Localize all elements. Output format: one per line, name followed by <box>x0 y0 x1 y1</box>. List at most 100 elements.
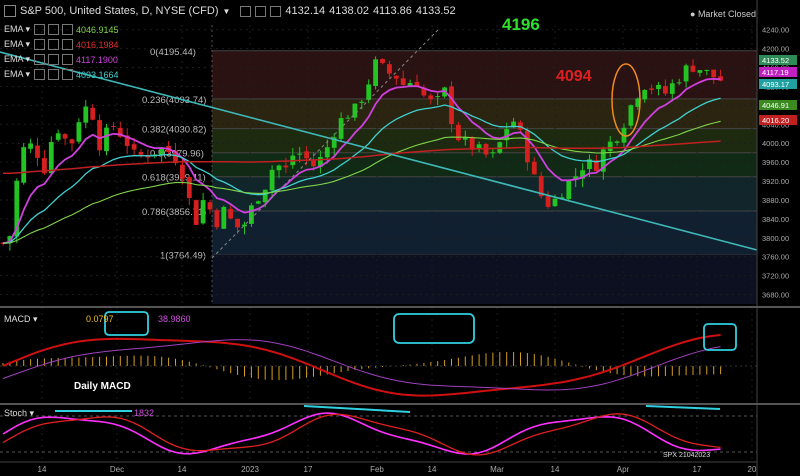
candle-body <box>214 210 220 228</box>
candle-body <box>628 105 634 126</box>
stoch-value: 1832 <box>134 408 154 418</box>
date-tick-label: 2023 <box>241 465 259 474</box>
price-tag-label: 4046.91 <box>762 101 789 110</box>
candle-body <box>366 84 372 100</box>
market-status-text: Market Closed <box>697 9 756 19</box>
stoch-annotation-line <box>303 405 411 413</box>
price-tick-label: 4240.00 <box>762 26 789 35</box>
candle-body <box>566 180 572 200</box>
candle-body <box>711 69 717 78</box>
stoch-d-line <box>2 413 721 456</box>
close-icon[interactable] <box>62 69 73 80</box>
candle-body <box>449 86 454 125</box>
eye-icon[interactable] <box>48 39 59 50</box>
candle-body <box>55 133 61 140</box>
indicator-label[interactable]: EMA ▾ <box>4 39 34 50</box>
candle-body <box>193 200 199 225</box>
candle-body <box>235 218 240 228</box>
candle-body <box>262 189 268 203</box>
indicator-value: 4046.9145 <box>76 24 119 35</box>
stoch-annotation-line <box>645 405 721 410</box>
candle-body <box>311 160 316 167</box>
macd-signal-value: 38.9860 <box>158 314 191 324</box>
candle-body <box>269 169 275 191</box>
indicator-label[interactable]: EMA ▾ <box>4 24 34 35</box>
chart-header: S&P 500, United States, D, NYSE (CFD) ▼ … <box>2 0 460 22</box>
price-tick-label: 3920.00 <box>762 177 789 186</box>
candle-body <box>69 139 75 144</box>
price-tick-label: 3800.00 <box>762 234 789 243</box>
fib-label: 1(3764.49) <box>160 251 206 262</box>
candle-body <box>614 141 620 143</box>
candle-body <box>697 70 703 73</box>
settings-icon[interactable] <box>34 54 45 65</box>
date-tick-label: Mar <box>490 465 504 474</box>
candle-body <box>683 65 689 82</box>
low-value: 4113.86 <box>372 5 412 17</box>
close-icon[interactable] <box>62 54 73 65</box>
date-tick-label: 14 <box>428 465 437 474</box>
candle-body <box>283 165 289 168</box>
candle-body <box>97 120 102 151</box>
indicator-row[interactable]: EMA ▾ 4016.1984 <box>4 39 119 50</box>
indicator-value: 4016.1984 <box>76 39 119 50</box>
price-tag-label: 4133.52 <box>762 56 789 65</box>
candle-body <box>255 201 261 204</box>
price-tick-label: 4000.00 <box>762 139 789 148</box>
indicator-label[interactable]: EMA ▾ <box>4 54 34 65</box>
eye-icon[interactable] <box>48 69 59 80</box>
settings-icon[interactable] <box>34 69 45 80</box>
eye-icon[interactable] <box>48 24 59 35</box>
indicator-value: 4117.1900 <box>76 54 118 65</box>
candle-body <box>104 127 109 152</box>
fib-band <box>212 98 757 129</box>
indicator-row[interactable]: EMA ▾ 4046.9145 <box>4 24 119 35</box>
price-tag-label: 4117.19 <box>762 68 789 77</box>
settings-icon[interactable] <box>34 39 45 50</box>
candle-body <box>380 59 385 64</box>
fib-label: 0.382(4030.82) <box>142 125 206 136</box>
close-icon[interactable] <box>62 39 73 50</box>
price-tick-label: 4200.00 <box>762 45 789 54</box>
candle-body <box>642 89 648 100</box>
eye-icon[interactable] <box>255 5 267 17</box>
close-icon[interactable] <box>270 5 282 17</box>
symbol-title[interactable]: S&P 500, United States, D, NYSE (CFD) <box>20 5 218 17</box>
candle-body <box>387 64 392 74</box>
open-value: 4132.14 <box>285 5 326 17</box>
candle-body <box>180 164 185 179</box>
candle-body <box>525 130 530 163</box>
price-tick-label: 3760.00 <box>762 253 789 262</box>
settings-icon[interactable] <box>240 5 252 17</box>
close-icon[interactable] <box>62 24 73 35</box>
fib-band <box>212 210 757 255</box>
price-tag-label: 4016.20 <box>762 116 789 125</box>
chart-window: 0(4195.44) 0.236(4093.74) 0.382(4030.82) 0.… <box>0 0 800 476</box>
candle-body <box>21 147 27 183</box>
indicator-row[interactable]: EMA ▾ 4117.1900 <box>4 54 118 65</box>
date-tick-label: 20 <box>748 465 757 474</box>
level-annotation-high: 4196 <box>502 15 540 34</box>
eye-icon[interactable] <box>48 54 59 65</box>
price-chart[interactable]: 0(4195.44)0.236(4093.74)0.382(4030.82)0.… <box>0 0 800 476</box>
candle-body <box>469 136 475 150</box>
candle-body <box>428 95 434 100</box>
level-annotation-mid: 4094 <box>556 68 592 85</box>
chart-menu-icon[interactable] <box>4 5 16 17</box>
date-tick-label: 17 <box>693 465 702 474</box>
candle-body <box>663 86 668 94</box>
indicator-row[interactable]: EMA ▾ 4093.1664 <box>4 69 119 80</box>
watermark: SPX 21042023 <box>663 452 710 459</box>
candle-body <box>704 69 710 71</box>
date-tick-label: Feb <box>370 465 384 474</box>
candle-body <box>48 142 54 174</box>
fib-band <box>212 176 757 211</box>
candle-body <box>490 152 496 154</box>
indicator-label[interactable]: EMA ▾ <box>4 69 34 80</box>
chevron-down-icon[interactable]: ▼ <box>222 7 230 16</box>
price-tag-label: 4093.17 <box>762 80 789 89</box>
fib-band <box>212 50 757 99</box>
settings-icon[interactable] <box>34 24 45 35</box>
candle-body <box>669 83 675 94</box>
date-tick-label: 17 <box>304 465 313 474</box>
